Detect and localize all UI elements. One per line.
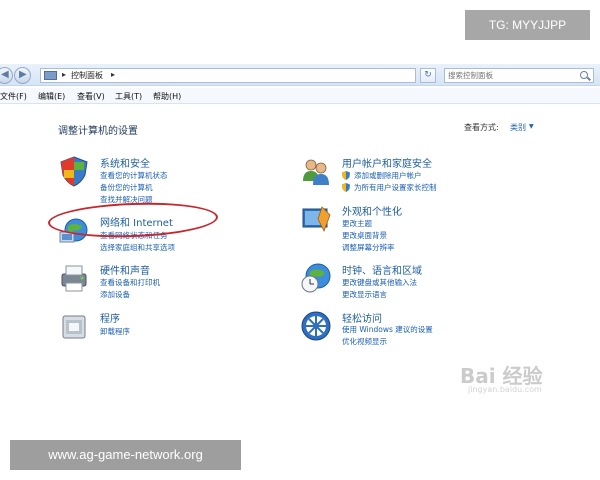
- category-link[interactable]: 调整屏幕分辨率: [342, 242, 395, 253]
- breadcrumb-control-panel[interactable]: 控制面板: [71, 70, 103, 81]
- category-user-accounts: 用户帐户和家庭安全 添加或删除用户帐户 为所有用户设置家长控制: [300, 155, 500, 195]
- search-box: [444, 68, 594, 83]
- category-link[interactable]: 选择家庭组和共享选项: [100, 242, 175, 253]
- category-title[interactable]: 轻松访问: [342, 310, 382, 325]
- uac-shield-icon: [342, 183, 350, 192]
- users-icon[interactable]: [300, 155, 332, 187]
- tg-badge: TG: MYYJJPP: [465, 10, 590, 40]
- category-link[interactable]: 更改主题: [342, 218, 372, 229]
- ease-of-access-icon[interactable]: [300, 310, 332, 342]
- back-button[interactable]: ◀: [0, 67, 13, 84]
- category-title[interactable]: 程序: [100, 310, 120, 325]
- category-title[interactable]: 系统和安全: [100, 155, 150, 170]
- category-title[interactable]: 硬件和声音: [100, 262, 150, 277]
- category-link[interactable]: 备份您的计算机: [100, 182, 153, 193]
- breadcrumb-separator-icon[interactable]: ▸: [111, 70, 115, 79]
- printer-icon[interactable]: [58, 262, 90, 294]
- category-hardware-sound: 硬件和声音 查看设备和打印机 添加设备: [58, 262, 258, 302]
- category-link[interactable]: 查看设备和打印机: [100, 277, 160, 288]
- category-link[interactable]: 添加或删除用户帐户: [354, 170, 422, 181]
- page-heading: 调整计算机的设置: [58, 126, 138, 137]
- view-by-dropdown-icon[interactable]: ▼: [529, 123, 534, 130]
- menu-tools[interactable]: 工具(T): [115, 91, 142, 102]
- forward-arrow-icon: ▶: [19, 69, 27, 80]
- programs-icon[interactable]: [58, 310, 90, 342]
- category-title[interactable]: 用户帐户和家庭安全: [342, 155, 432, 170]
- appearance-icon[interactable]: [300, 203, 332, 235]
- address-bar: ◀ ▶ ▸ 控制面板 ▸ ▼ ↻: [0, 64, 600, 86]
- category-link[interactable]: 添加设备: [100, 289, 130, 300]
- watermark-url: jingyan.baidu.com: [468, 385, 542, 394]
- menu-view[interactable]: 查看(V): [77, 91, 105, 102]
- view-by-select[interactable]: 类别: [510, 122, 526, 133]
- category-link[interactable]: 更改键盘或其他输入法: [342, 277, 417, 288]
- search-icon[interactable]: [580, 71, 588, 79]
- site-badge: www.ag-game-network.org: [10, 440, 241, 470]
- category-programs: 程序 卸载程序: [58, 310, 258, 346]
- uac-shield-icon: [342, 171, 350, 180]
- category-link[interactable]: 更改桌面背景: [342, 230, 387, 241]
- category-system-security: 系统和安全 查看您的计算机状态 备份您的计算机 查找并解决问题: [58, 155, 258, 204]
- category-appearance: 外观和个性化 更改主题 更改桌面背景 调整屏幕分辨率: [300, 203, 500, 253]
- category-title[interactable]: 时钟、语言和区域: [342, 262, 422, 277]
- menu-file[interactable]: 文件(F): [0, 91, 27, 102]
- category-clock-language-region: 时钟、语言和区域 更改键盘或其他输入法 更改显示语言: [300, 262, 500, 302]
- menu-help[interactable]: 帮助(H): [153, 91, 181, 102]
- address-box[interactable]: ▸ 控制面板 ▸ ▼: [40, 68, 450, 83]
- category-link[interactable]: 优化视频显示: [342, 336, 387, 347]
- shield-flag-icon[interactable]: [58, 155, 90, 187]
- category-title[interactable]: 外观和个性化: [342, 203, 402, 218]
- forward-button[interactable]: ▶: [14, 67, 31, 84]
- category-ease-of-access: 轻松访问 使用 Windows 建议的设置 优化视频显示: [300, 310, 500, 350]
- menu-bar: 文件(F) 编辑(E) 查看(V) 工具(T) 帮助(H): [0, 88, 600, 104]
- category-link[interactable]: 为所有用户设置家长控制: [354, 182, 437, 193]
- breadcrumb-separator-icon[interactable]: ▸: [62, 70, 66, 79]
- refresh-icon: ↻: [424, 70, 432, 80]
- category-link[interactable]: 更改显示语言: [342, 289, 387, 300]
- control-panel-icon: [44, 71, 57, 80]
- menu-edit[interactable]: 编辑(E): [38, 91, 65, 102]
- refresh-button[interactable]: ↻: [420, 68, 436, 83]
- back-arrow-icon: ◀: [1, 69, 9, 80]
- view-by-label: 查看方式:: [464, 123, 499, 132]
- category-link[interactable]: 使用 Windows 建议的设置: [342, 324, 433, 335]
- search-input[interactable]: [445, 69, 570, 82]
- category-link[interactable]: 查看您的计算机状态: [100, 170, 168, 181]
- category-link[interactable]: 卸载程序: [100, 326, 130, 337]
- clock-globe-icon[interactable]: [300, 262, 332, 294]
